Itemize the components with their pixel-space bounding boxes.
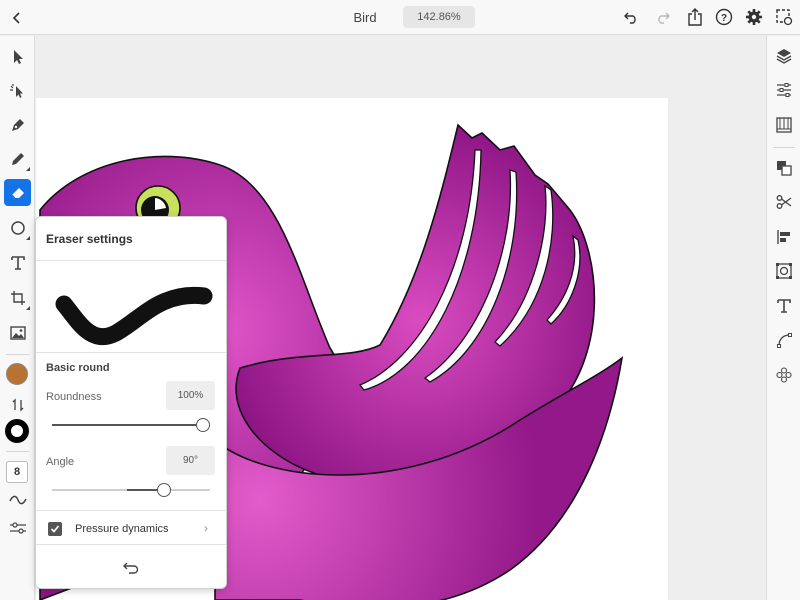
shape-icon[interactable]	[4, 214, 31, 241]
roundness-label: Roundness	[46, 391, 102, 403]
reset-icon[interactable]	[122, 559, 140, 577]
direct-select-icon[interactable]	[4, 77, 31, 104]
stroke-color-swatch[interactable]	[5, 419, 29, 443]
pen-icon[interactable]	[4, 111, 31, 138]
brush-preview	[55, 286, 213, 346]
panel-title: Eraser settings	[46, 232, 133, 246]
pressure-dynamics-checkbox[interactable]	[48, 522, 62, 536]
divider	[36, 352, 226, 353]
gear-icon[interactable]	[744, 7, 764, 27]
align-icon[interactable]	[773, 226, 795, 248]
arrange-icon[interactable]	[773, 157, 795, 179]
zoom-level[interactable]: 142.86%	[403, 6, 475, 28]
help-icon[interactable]: ?	[714, 7, 734, 27]
image-trace-icon[interactable]	[773, 260, 795, 282]
artboard-export-icon[interactable]	[774, 7, 794, 27]
type-icon[interactable]	[773, 295, 795, 317]
scissors-icon[interactable]	[773, 191, 795, 213]
chevron-left-icon[interactable]	[6, 7, 28, 29]
divider	[6, 354, 29, 355]
left-toolbar: 8	[0, 36, 35, 600]
path-icon[interactable]	[773, 329, 795, 351]
pencil-icon[interactable]	[4, 145, 31, 172]
properties-icon[interactable]	[773, 79, 795, 101]
image-icon[interactable]	[4, 319, 31, 346]
redo-icon[interactable]	[653, 7, 673, 27]
swap-colors-icon[interactable]	[4, 391, 31, 418]
brush-name[interactable]: Basic round	[46, 362, 110, 374]
libraries-icon[interactable]	[773, 114, 795, 136]
angle-label: Angle	[46, 456, 75, 468]
slider-thumb[interactable]	[157, 483, 172, 497]
brush-settings-icon[interactable]	[4, 514, 31, 541]
stroke-size[interactable]: 8	[6, 461, 28, 483]
roundness-slider[interactable]	[52, 418, 210, 432]
divider	[6, 451, 29, 452]
select-icon[interactable]	[4, 43, 31, 70]
eraser-icon[interactable]	[4, 179, 31, 206]
top-bar: Bird 142.86% ?	[0, 0, 800, 35]
undo-icon[interactable]	[621, 7, 641, 27]
angle-value[interactable]: 90°	[166, 446, 215, 475]
divider	[773, 147, 795, 148]
divider	[36, 544, 226, 545]
fill-color-swatch[interactable]	[6, 363, 28, 385]
transform-icon[interactable]	[4, 284, 31, 311]
chevron-right-icon[interactable]: ›	[204, 521, 208, 535]
layers-icon[interactable]	[773, 45, 795, 67]
text-icon[interactable]	[4, 249, 31, 276]
eraser-settings-panel: Eraser settings Basic round Roundness 10…	[35, 216, 227, 589]
share-icon[interactable]	[685, 7, 705, 27]
angle-slider[interactable]	[52, 483, 210, 497]
slider-thumb[interactable]	[196, 418, 210, 432]
divider	[36, 510, 226, 511]
roundness-value[interactable]: 100%	[166, 381, 215, 410]
pressure-dynamics-label[interactable]: Pressure dynamics	[75, 523, 169, 535]
document-title[interactable]: Bird	[330, 10, 400, 25]
right-toolbar	[766, 36, 800, 600]
repeat-icon[interactable]	[773, 364, 795, 386]
smoothing-icon[interactable]	[4, 486, 31, 513]
svg-text:?: ?	[721, 13, 727, 24]
